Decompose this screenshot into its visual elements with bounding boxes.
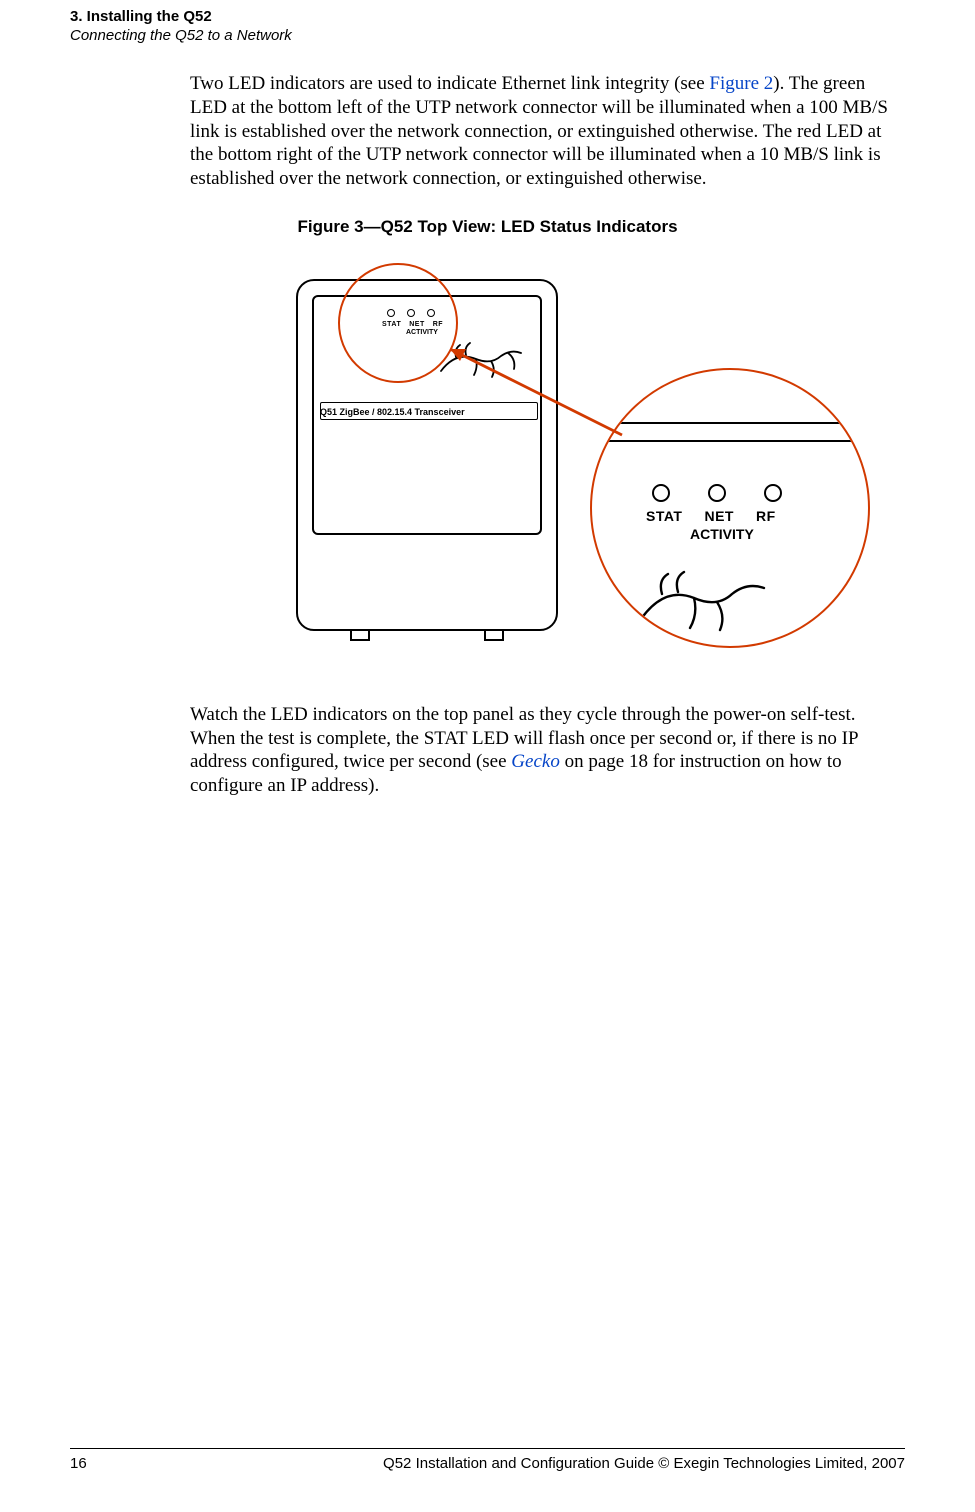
stat-led-large — [652, 484, 670, 502]
rf-led-large — [764, 484, 782, 502]
device-product-label: Q51 ZigBee / 802.15.4 Transceiver — [320, 407, 538, 417]
paragraph-led-ethernet: Two LED indicators are used to indicate … — [190, 72, 905, 191]
rf-label-large: RF — [756, 508, 776, 524]
figure-2-link[interactable]: Figure 2 — [709, 73, 773, 94]
callout-led-labels: STAT NET RF — [646, 508, 776, 524]
para1-text-a: Two LED indicators are used to indicate … — [190, 73, 709, 94]
figure-3-illustration: STAT NET RF ACTIVITY Q51 ZigBee / 802.15… — [260, 263, 880, 663]
device-foot-right — [484, 631, 504, 641]
gecko-icon-large — [632, 570, 772, 648]
gecko-link[interactable]: Gecko — [511, 751, 560, 772]
callout-edge-line-1 — [590, 422, 870, 424]
callout-circle-small — [338, 263, 458, 383]
device-feet — [296, 631, 558, 641]
header-section-number: 3. Installing the Q52 — [70, 8, 905, 25]
device-foot-left — [350, 631, 370, 641]
callout-led-row — [652, 484, 782, 502]
callout-edge-line-2 — [590, 440, 870, 442]
figure-3-caption: Figure 3—Q52 Top View: LED Status Indica… — [70, 217, 905, 237]
footer-copyright: Q52 Installation and Configuration Guide… — [383, 1455, 905, 1472]
page-footer: 16 Q52 Installation and Configuration Gu… — [70, 1448, 905, 1472]
header-subsection: Connecting the Q52 to a Network — [70, 27, 905, 44]
paragraph-power-on-self-test: Watch the LED indicators on the top pane… — [190, 703, 905, 798]
activity-label-large: ACTIVITY — [690, 526, 754, 542]
stat-label-large: STAT — [646, 508, 682, 524]
net-led-large — [708, 484, 726, 502]
net-label-large: NET — [704, 508, 734, 524]
callout-circle-large: STAT NET RF ACTIVITY — [590, 368, 870, 648]
footer-page-number: 16 — [70, 1455, 87, 1472]
